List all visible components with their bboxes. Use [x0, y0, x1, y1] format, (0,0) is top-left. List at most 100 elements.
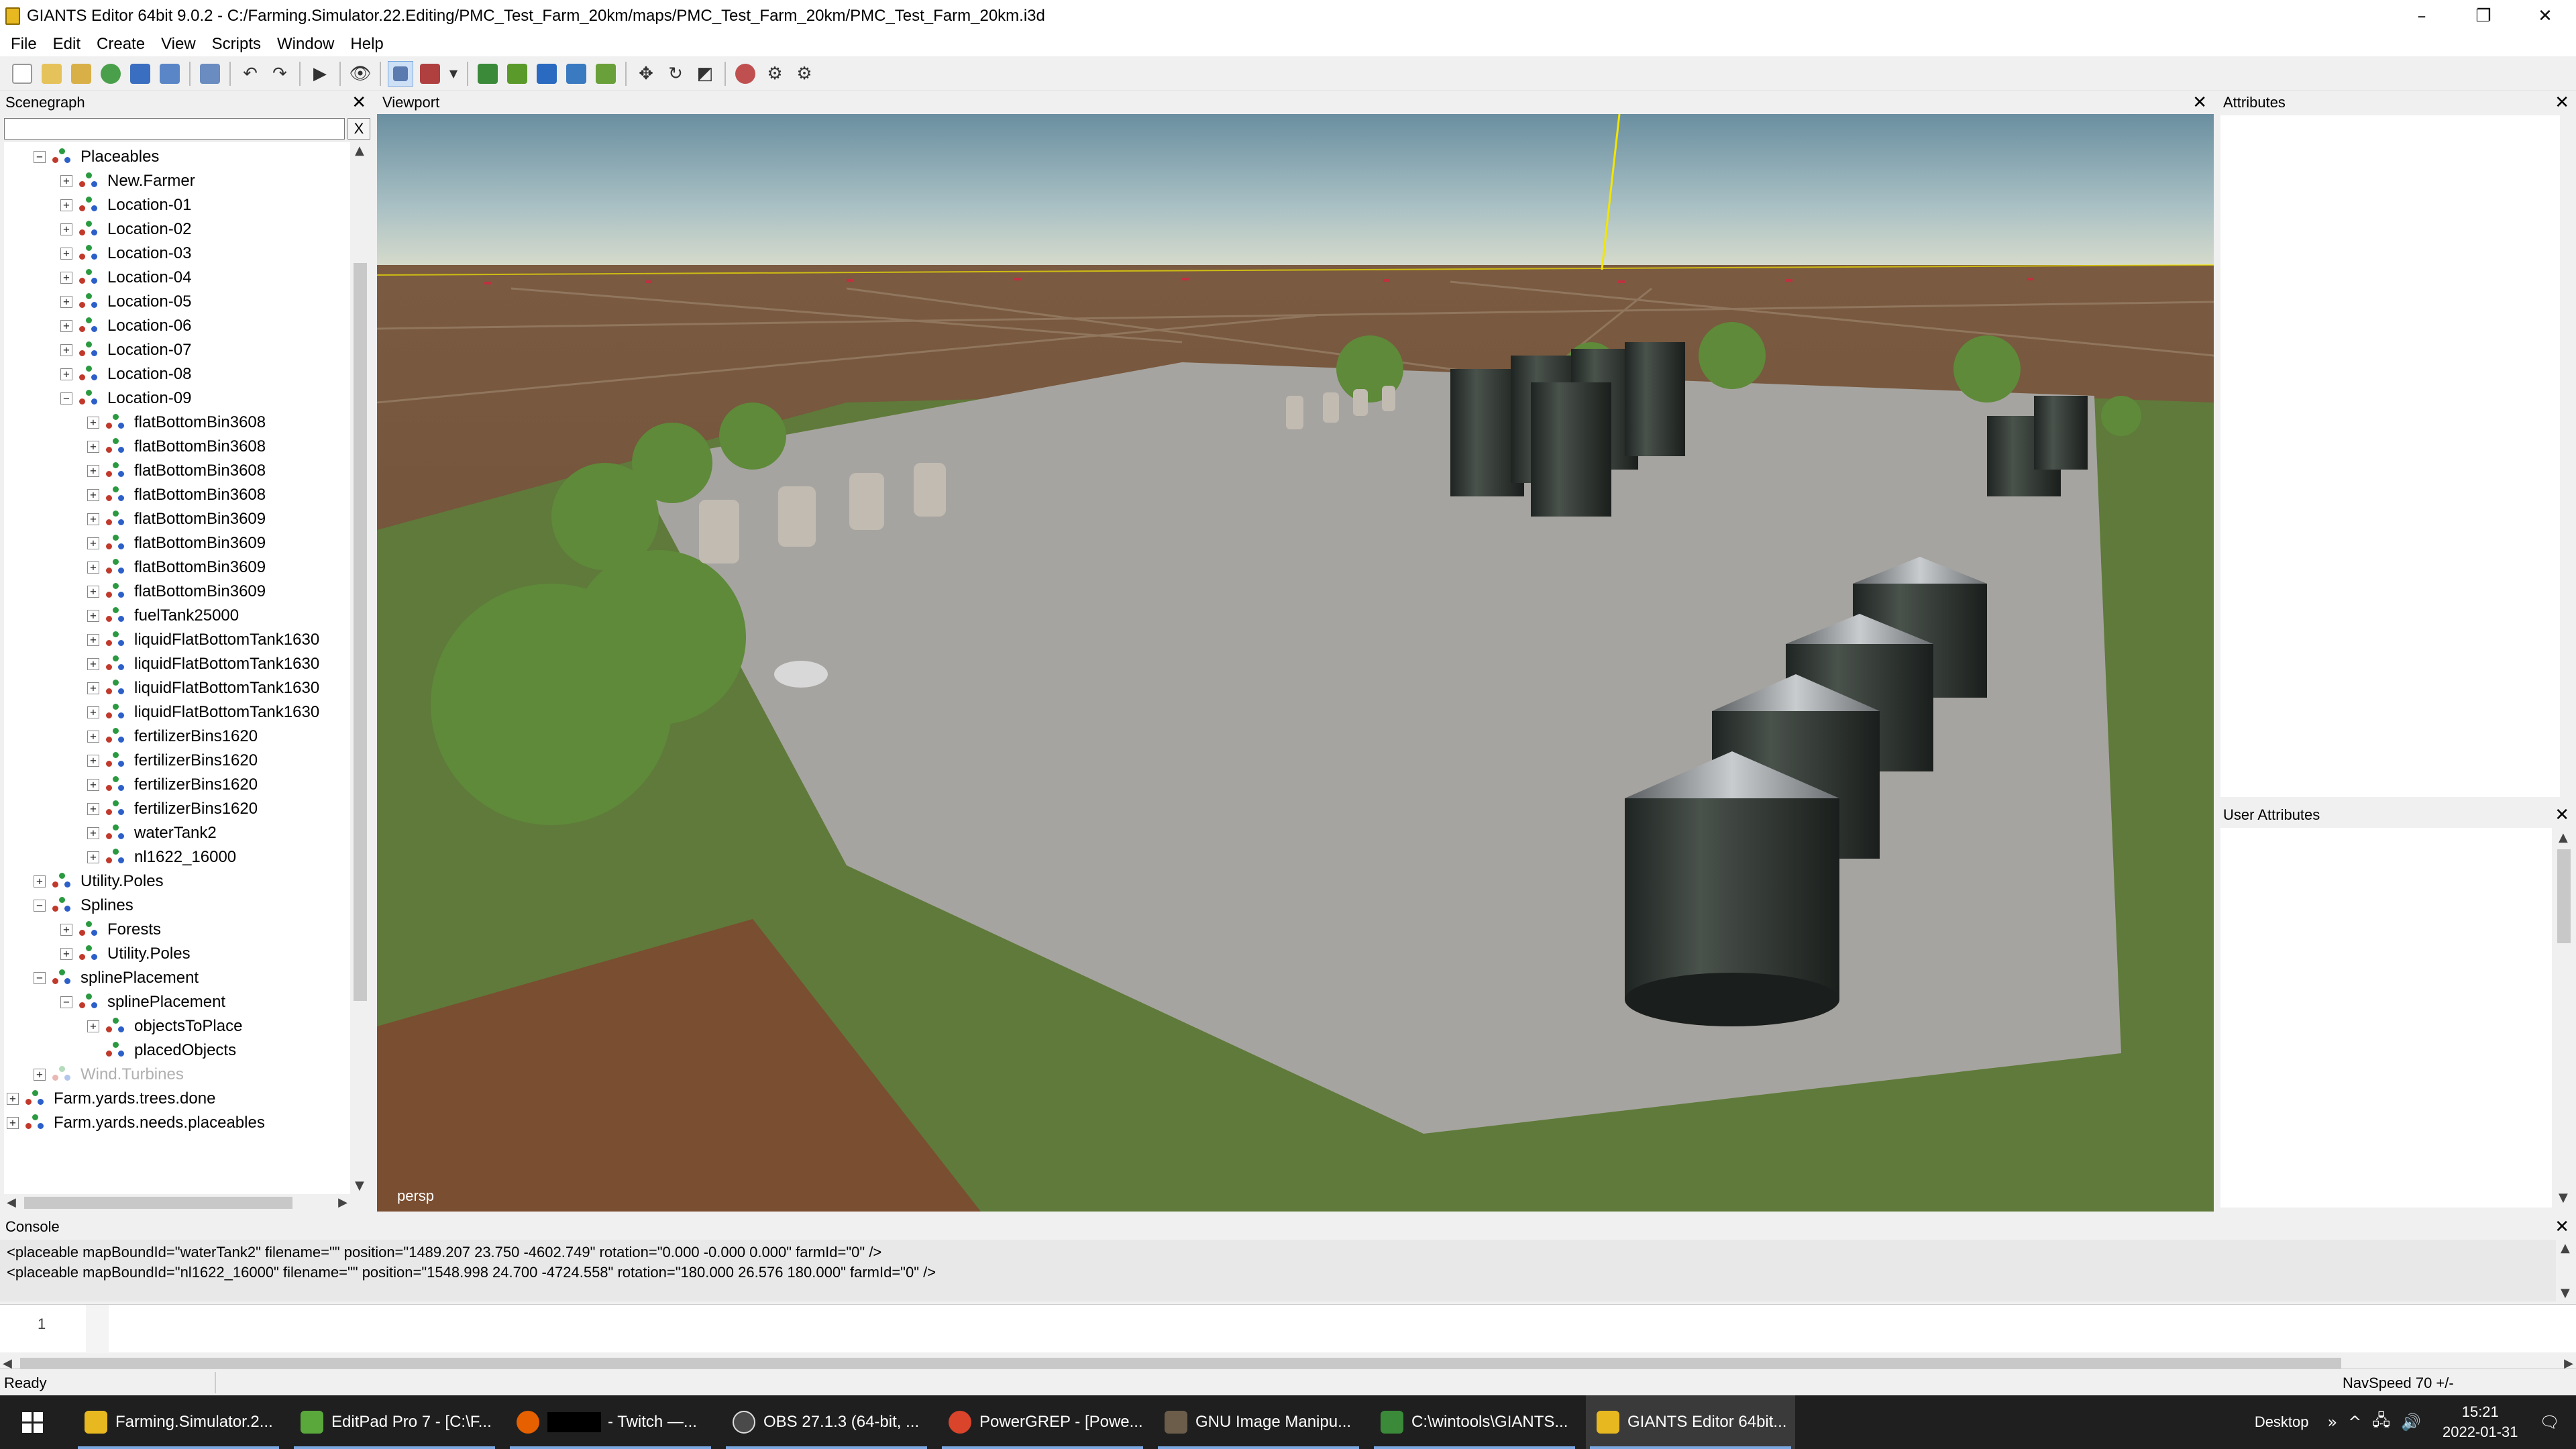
taskbar-item-giants-editor[interactable]: GIANTS Editor 64bit...: [1586, 1395, 1795, 1449]
menu-edit[interactable]: Edit: [45, 35, 89, 54]
menu-file[interactable]: File: [3, 35, 45, 54]
move-icon[interactable]: ✥: [633, 61, 659, 87]
tree-node[interactable]: + flatBottomBin3609: [87, 580, 266, 604]
tree-node[interactable]: + flatBottomBin3608: [87, 483, 266, 507]
object-place-icon[interactable]: [534, 61, 559, 87]
save-icon[interactable]: [127, 61, 153, 87]
scroll-left-arrow-icon[interactable]: ◀: [7, 1195, 16, 1210]
tree-node[interactable]: + waterTank2: [87, 821, 217, 845]
open-folder-icon[interactable]: [39, 61, 64, 87]
dropdown-arrow-icon[interactable]: ▼: [447, 61, 460, 87]
tree-node[interactable]: + fertilizerBins1620: [87, 749, 258, 773]
volume-icon[interactable]: 🔊: [2401, 1413, 2421, 1432]
taskbar-item-gimp[interactable]: GNU Image Manipu...: [1154, 1395, 1363, 1449]
terrain-paint-icon[interactable]: [417, 61, 443, 87]
taskbar-item-farming-simulator[interactable]: Farming.Simulator.2...: [74, 1395, 283, 1449]
tree-node[interactable]: + flatBottomBin3608: [87, 411, 266, 435]
tree-node[interactable]: + Location-03: [60, 241, 191, 266]
scenegraph-tree[interactable]: − Placeables + New.Farmer + Location-01 + Locat…: [4, 142, 350, 1194]
minimize-button[interactable]: –: [2391, 0, 2453, 32]
expand-icon[interactable]: +: [87, 537, 99, 549]
tree-node[interactable]: + flatBottomBin3609: [87, 555, 266, 580]
select-mode-icon[interactable]: [388, 60, 413, 87]
expand-icon[interactable]: +: [7, 1093, 19, 1105]
reload-icon[interactable]: [98, 61, 123, 87]
tree-node[interactable]: + Location-08: [60, 362, 191, 386]
play-icon[interactable]: ▶: [307, 61, 333, 87]
scrollbar-thumb[interactable]: [2557, 849, 2571, 943]
expand-icon[interactable]: +: [87, 634, 99, 646]
expand-icon[interactable]: +: [87, 513, 99, 525]
expand-icon[interactable]: +: [87, 706, 99, 718]
close-icon[interactable]: ✕: [2192, 91, 2207, 114]
menu-help[interactable]: Help: [342, 35, 391, 54]
tree-node[interactable]: + New.Farmer: [60, 169, 195, 193]
expand-icon[interactable]: +: [87, 1020, 99, 1032]
scrollbar-thumb[interactable]: [24, 1197, 292, 1209]
expand-icon[interactable]: +: [34, 1069, 46, 1081]
expand-icon[interactable]: +: [60, 368, 72, 380]
scroll-down-arrow-icon[interactable]: ▼: [355, 1179, 364, 1193]
tree-node[interactable]: + liquidFlatBottomTank1630: [87, 628, 319, 652]
scenegraph-horizontal-scrollbar[interactable]: ◀ ▶: [4, 1194, 350, 1212]
tree-node[interactable]: + flatBottomBin3608: [87, 459, 266, 483]
scroll-down-arrow-icon[interactable]: ▼: [2559, 1191, 2568, 1205]
tree-node[interactable]: + Wind.Turbines: [34, 1063, 184, 1087]
shader-ball-icon[interactable]: [733, 61, 758, 87]
taskbar-item-powergrep[interactable]: PowerGREP - [Powe...: [938, 1395, 1147, 1449]
tree-node[interactable]: − splinePlacement: [60, 990, 225, 1014]
taskbar-item-obs[interactable]: OBS 27.1.3 (64-bit, ...: [722, 1395, 931, 1449]
expand-icon[interactable]: +: [60, 272, 72, 284]
tree-node[interactable]: + objectsToPlace: [87, 1014, 242, 1038]
scroll-up-arrow-icon[interactable]: ▲: [2561, 1241, 2570, 1255]
scrollbar-thumb[interactable]: [354, 263, 367, 1001]
tree-node[interactable]: + Location-02: [60, 217, 191, 241]
export-icon[interactable]: [197, 61, 223, 87]
expand-icon[interactable]: +: [7, 1117, 19, 1129]
open-recent-icon[interactable]: [68, 61, 94, 87]
visibility-eye-icon[interactable]: 👁: [347, 61, 373, 87]
tree-node[interactable]: + Utility.Poles: [34, 869, 164, 894]
tree-node[interactable]: + Utility.Poles: [60, 942, 191, 966]
expand-icon[interactable]: +: [60, 948, 72, 960]
expand-icon[interactable]: +: [87, 755, 99, 767]
options-gear-icon[interactable]: ⚙: [792, 61, 817, 87]
tree-node[interactable]: + Location-07: [60, 338, 191, 362]
tree-node[interactable]: + nl1622_16000: [87, 845, 236, 869]
expand-icon[interactable]: +: [60, 199, 72, 211]
tree-node[interactable]: + flatBottomBin3608: [87, 435, 266, 459]
user-attributes-scrollbar[interactable]: ▲ ▼: [2555, 828, 2573, 1208]
collapse-icon[interactable]: −: [34, 151, 46, 163]
close-icon[interactable]: ✕: [2555, 1216, 2569, 1238]
scroll-up-arrow-icon[interactable]: ▲: [2559, 830, 2568, 845]
tree-node[interactable]: − splinePlacement: [34, 966, 199, 990]
close-icon[interactable]: ✕: [2555, 91, 2569, 114]
expand-icon[interactable]: +: [60, 924, 72, 936]
expand-icon[interactable]: +: [87, 610, 99, 622]
scale-icon[interactable]: ◩: [692, 61, 718, 87]
rotate-icon[interactable]: ↻: [663, 61, 688, 87]
tree-node[interactable]: + fertilizerBins1620: [87, 724, 258, 749]
scroll-right-arrow-icon[interactable]: ▶: [338, 1195, 347, 1210]
expand-icon[interactable]: +: [87, 682, 99, 694]
vertex-icon[interactable]: [564, 61, 589, 87]
start-button[interactable]: [0, 1395, 64, 1449]
expand-icon[interactable]: +: [87, 803, 99, 815]
tree-node[interactable]: + flatBottomBin3609: [87, 507, 266, 531]
foliage-icon[interactable]: [504, 61, 530, 87]
tree-node[interactable]: − Splines: [34, 894, 133, 918]
close-icon[interactable]: ✕: [352, 91, 366, 114]
tree-node[interactable]: + fuelTank25000: [87, 604, 239, 628]
tree-node[interactable]: + Location-04: [60, 266, 191, 290]
close-button[interactable]: ✕: [2514, 0, 2576, 32]
close-icon[interactable]: ✕: [2555, 804, 2569, 826]
tree-node[interactable]: + liquidFlatBottomTank1630: [87, 676, 319, 700]
network-icon[interactable]: 🖧: [2372, 1409, 2390, 1436]
new-file-icon[interactable]: [9, 61, 35, 87]
toolbar-overflow-icon[interactable]: »: [2328, 1413, 2338, 1432]
collapse-icon[interactable]: −: [60, 996, 72, 1008]
menu-create[interactable]: Create: [89, 35, 153, 54]
clock[interactable]: 15:21 2022-01-31: [2443, 1402, 2518, 1442]
expand-icon[interactable]: +: [60, 320, 72, 332]
redo-icon[interactable]: ↷: [267, 61, 292, 87]
